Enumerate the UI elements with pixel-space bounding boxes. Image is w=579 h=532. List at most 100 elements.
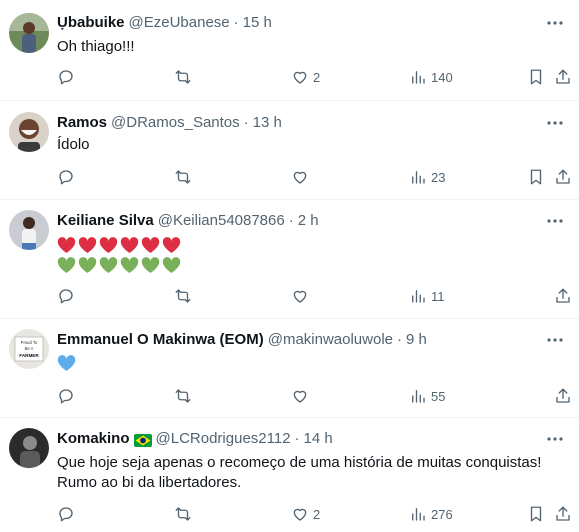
reply-button[interactable] (57, 286, 75, 306)
more-options-icon[interactable] (545, 429, 565, 449)
share-button[interactable] (554, 286, 572, 306)
retweet-button[interactable] (174, 386, 192, 406)
reply-icon (59, 389, 73, 404)
avatar[interactable]: Proud To Be A FARMER (9, 329, 49, 369)
red-heart-icon (99, 237, 118, 253)
avatar[interactable] (9, 13, 49, 53)
tweet[interactable]: Komakino @LCRodrigues2112 · 14 h Que hoj… (0, 418, 579, 532)
bookmark-icon (530, 169, 542, 185)
retweet-button[interactable] (174, 504, 192, 524)
red-hearts-row (57, 235, 559, 255)
tweet-text: Que hoje seja apenas o recomeço de uma h… (57, 453, 559, 493)
timestamp[interactable]: 9 h (406, 330, 427, 350)
author-name[interactable]: Ramos (57, 113, 107, 133)
green-heart-icon (120, 257, 139, 273)
retweet-icon (175, 289, 191, 303)
author-handle[interactable]: @DRamos_Santos (111, 113, 240, 133)
reply-button[interactable] (57, 67, 75, 87)
author-handle[interactable]: @LCRodrigues2112 (156, 429, 291, 449)
separator: · (243, 114, 249, 131)
views-count: 11 (431, 288, 445, 304)
views-button[interactable]: 140 (409, 67, 453, 87)
share-button[interactable] (554, 167, 572, 187)
like-count: 2 (313, 506, 321, 522)
views-icon (412, 290, 425, 303)
bookmark-icon (530, 506, 542, 522)
bookmark-button[interactable] (527, 167, 545, 187)
share-icon (556, 69, 570, 84)
more-options-icon[interactable] (545, 211, 565, 231)
separator: · (294, 430, 300, 447)
avatar[interactable] (9, 210, 49, 250)
avatar[interactable] (9, 428, 49, 468)
views-button[interactable]: 23 (409, 167, 445, 187)
red-heart-icon (120, 237, 139, 253)
retweet-button[interactable] (174, 167, 192, 187)
like-button[interactable] (291, 386, 309, 406)
more-options-icon[interactable] (545, 330, 565, 350)
views-button[interactable]: 55 (409, 386, 445, 406)
tweet[interactable]: Ụbabuike @EzeUbanese · 15 h Oh thiago!!!… (0, 0, 579, 101)
like-button[interactable] (291, 286, 309, 306)
timestamp[interactable]: 14 h (304, 429, 333, 449)
tweet[interactable]: Ramos @DRamos_Santos · 13 h Ídolo 23 (0, 101, 579, 200)
like-button[interactable]: 2 (291, 504, 320, 524)
views-count: 276 (431, 506, 453, 522)
reply-button[interactable] (57, 504, 75, 524)
more-options-icon[interactable] (545, 13, 565, 33)
bookmark-button[interactable] (527, 504, 545, 524)
author-name[interactable]: Komakino (57, 429, 130, 449)
views-button[interactable]: 11 (409, 286, 445, 306)
author-handle[interactable]: @makinwaoluwole (268, 330, 393, 350)
share-icon (556, 169, 570, 184)
svg-text:Be A: Be A (25, 346, 34, 351)
share-button[interactable] (554, 504, 572, 524)
timestamp[interactable]: 15 h (243, 13, 272, 33)
bookmark-button[interactable] (527, 67, 545, 87)
retweet-icon (175, 507, 191, 521)
tweet-text-line: Que hoje seja apenas o recomeço de uma h… (57, 454, 542, 471)
tweet-actions: 2 276 (0, 504, 579, 524)
brazil-flag-icon (133, 433, 152, 447)
retweet-icon (175, 170, 191, 184)
share-button[interactable] (554, 67, 572, 87)
tweet-actions: 23 (0, 167, 579, 187)
tweet-text: Ídolo (57, 136, 90, 153)
views-button[interactable]: 276 (409, 504, 453, 524)
author-name[interactable]: Keiliane Silva (57, 211, 154, 231)
tweet-actions: 2 140 (0, 67, 579, 87)
reply-button[interactable] (57, 386, 75, 406)
timestamp[interactable]: 13 h (253, 113, 282, 133)
share-icon (556, 288, 570, 303)
author-handle[interactable]: @Keilian54087866 (158, 211, 285, 231)
views-count: 140 (431, 69, 453, 85)
like-button[interactable] (291, 167, 309, 187)
more-options-icon[interactable] (545, 113, 565, 133)
like-button[interactable]: 2 (291, 67, 320, 87)
avatar[interactable] (9, 112, 49, 152)
author-handle[interactable]: @EzeUbanese (129, 13, 230, 33)
red-heart-icon (162, 237, 181, 253)
timestamp[interactable]: 2 h (298, 211, 319, 231)
green-heart-icon (78, 257, 97, 273)
svg-text:Proud To: Proud To (21, 340, 38, 345)
tweet-actions: 11 (0, 286, 579, 306)
retweet-button[interactable] (174, 286, 192, 306)
views-count: 23 (431, 169, 446, 185)
tweet[interactable]: Keiliane Silva @Keilian54087866 · 2 h 11 (0, 200, 579, 319)
tweet[interactable]: Proud To Be A FARMER Emmanuel O Makinwa … (0, 319, 579, 418)
reply-icon (59, 70, 73, 85)
author-name[interactable]: Emmanuel O Makinwa (EOM) (57, 330, 264, 350)
separator: · (288, 212, 294, 229)
reply-icon (59, 507, 73, 522)
heart-icon (293, 390, 307, 403)
retweet-button[interactable] (174, 67, 192, 87)
author-name[interactable]: Ụbabuike (57, 13, 125, 33)
reply-button[interactable] (57, 167, 75, 187)
reply-icon (59, 170, 73, 185)
share-button[interactable] (554, 386, 572, 406)
views-count: 55 (431, 388, 446, 404)
bookmark-icon (530, 69, 542, 85)
blue-heart-row (57, 353, 559, 373)
red-heart-icon (141, 237, 160, 253)
